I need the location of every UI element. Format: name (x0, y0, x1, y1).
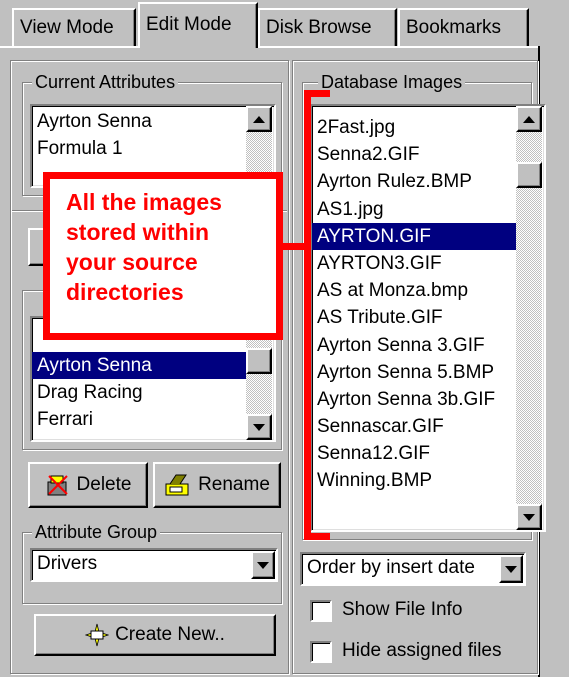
list-item[interactable]: AYRTON3.GIF (312, 250, 544, 277)
attribute-group-value: Drivers (37, 553, 98, 574)
list-item[interactable]: Winning.BMP (312, 467, 544, 494)
database-images-title: Database Images (318, 72, 466, 92)
current-attributes-title: Current Attributes (32, 72, 179, 92)
chevron-down-icon (257, 561, 269, 569)
list-item-selected[interactable]: Ayrton Senna (32, 352, 247, 380)
scrollbar[interactable] (516, 106, 542, 530)
list-item[interactable]: Ayrton Rulez.BMP (312, 168, 544, 195)
rename-label: Rename (198, 474, 270, 495)
tab-label: View Mode (20, 17, 114, 38)
attribute-group-select[interactable]: Drivers (30, 548, 278, 582)
delete-icon (47, 475, 68, 496)
annotation-callout: All the images stored within your source… (43, 172, 283, 340)
scroll-down-button[interactable] (246, 414, 272, 440)
list-item[interactable]: 2Fast.jpg (312, 114, 544, 141)
tab-view-mode[interactable]: View Mode (12, 8, 136, 46)
list-item[interactable]: Drag Racing (32, 379, 274, 406)
chevron-down-icon (505, 565, 517, 573)
create-new-icon (85, 623, 110, 647)
scroll-up-button[interactable] (246, 106, 272, 132)
list-item[interactable]: Ayrton Senna (32, 108, 274, 135)
tab-label: Disk Browse (266, 17, 372, 38)
hide-assigned-checkbox[interactable] (310, 641, 332, 663)
arrow-up-icon (253, 115, 265, 123)
attribute-group-title: Attribute Group (32, 522, 161, 542)
list-item[interactable]: AS Tribute.GIF (312, 304, 544, 331)
hide-assigned-label: Hide assigned files (342, 640, 502, 661)
annotation-line: directories (66, 279, 184, 305)
list-item[interactable]: AS1.jpg (312, 196, 544, 223)
arrow-up-icon (523, 115, 535, 123)
create-new-button[interactable]: Create New.. (34, 614, 276, 656)
tab-disk-browse[interactable]: Disk Browse (258, 8, 397, 46)
rename-icon (165, 474, 189, 496)
create-new-label: Create New.. (115, 624, 225, 645)
annotation-bracket (304, 90, 311, 540)
scroll-up-button[interactable] (516, 106, 542, 132)
annotation-line: All the images (66, 189, 222, 215)
dropdown-button[interactable] (251, 551, 275, 579)
scroll-thumb[interactable] (246, 348, 272, 374)
list-item[interactable]: Ayrton Senna 3.GIF (312, 332, 544, 359)
annotation-line: your source (66, 249, 198, 275)
list-item[interactable]: Ferrari (32, 406, 274, 433)
scroll-down-button[interactable] (516, 504, 542, 530)
list-item[interactable]: Senna2.GIF (312, 141, 544, 168)
arrow-down-icon (523, 513, 535, 521)
show-file-info-label: Show File Info (342, 599, 463, 620)
show-file-info-checkbox[interactable] (310, 600, 332, 622)
list-item[interactable]: Formula 1 (32, 135, 274, 162)
delete-label: Delete (76, 474, 132, 495)
annotation-line: stored within (66, 219, 210, 245)
list-item[interactable]: Ayrton Senna 5.BMP (312, 359, 544, 386)
tab-bookmarks[interactable]: Bookmarks (398, 8, 529, 46)
tab-label: Bookmarks (406, 17, 502, 38)
annotation-bracket-bottom (304, 533, 330, 540)
delete-button[interactable]: Delete (28, 462, 148, 508)
list-item-selected[interactable]: AYRTON.GIF (312, 222, 517, 250)
order-by-value: Order by insert date (307, 557, 475, 578)
list-item[interactable]: Sennascar.GIF (312, 413, 544, 440)
tab-strip-edge (0, 46, 540, 48)
scroll-thumb[interactable] (516, 162, 542, 188)
rename-button[interactable]: Rename (153, 462, 281, 508)
annotation-bracket-top (304, 90, 330, 97)
list-item[interactable]: Ayrton Senna 3b.GIF (312, 386, 544, 413)
database-images-list[interactable]: 2Fast.jpg Senna2.GIF Ayrton Rulez.BMP AS… (310, 104, 546, 532)
tab-edit-mode[interactable]: Edit Mode (138, 2, 258, 48)
tab-label: Edit Mode (146, 14, 232, 35)
annotation-connector (283, 243, 307, 250)
arrow-down-icon (253, 423, 265, 431)
order-by-select[interactable]: Order by insert date (300, 552, 526, 586)
list-item[interactable]: Senna12.GIF (312, 440, 544, 467)
list-item[interactable]: AS at Monza.bmp (312, 277, 544, 304)
dropdown-button[interactable] (499, 555, 523, 583)
